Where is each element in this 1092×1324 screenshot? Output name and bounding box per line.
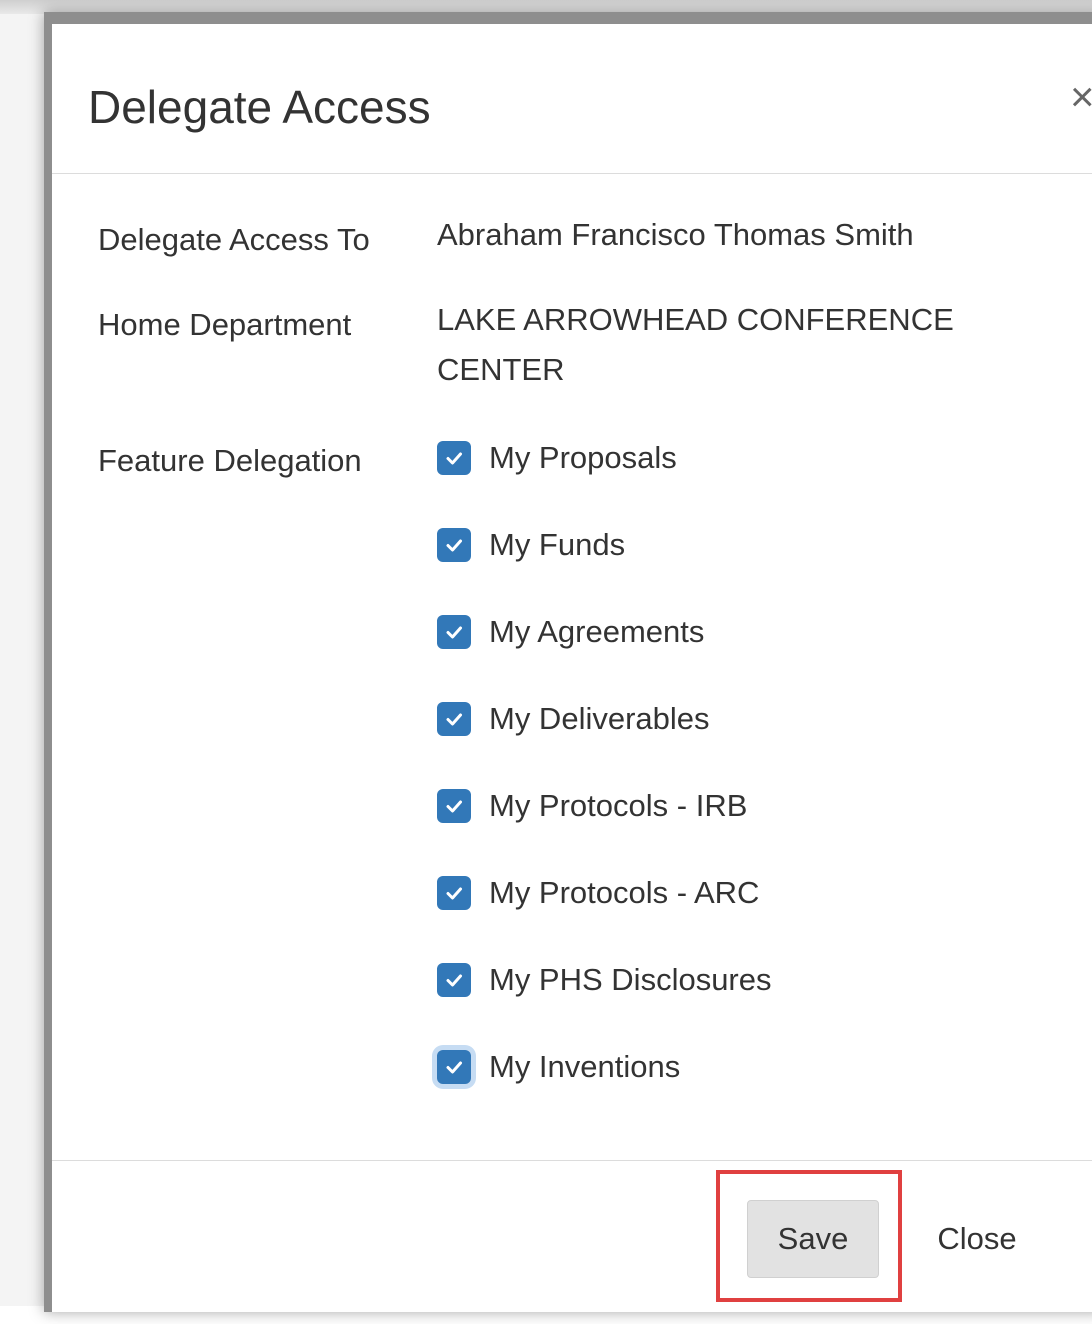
delegate-to-value: Abraham Francisco Thomas Smith (437, 217, 914, 252)
home-department-line2: CENTER (437, 352, 565, 387)
feature-checkbox-my-inventions[interactable]: My Inventions (437, 1047, 680, 1087)
feature-label: My Proposals (489, 440, 677, 475)
feature-delegation-label: Feature Delegation (98, 443, 362, 478)
feature-label: My Protocols - IRB (489, 788, 748, 823)
home-department-line1: LAKE ARROWHEAD CONFERENCE (437, 302, 954, 337)
checkbox-checked-icon[interactable] (437, 1050, 471, 1084)
feature-label: My Deliverables (489, 701, 710, 736)
feature-checkbox-my-protocols-irb[interactable]: My Protocols - IRB (437, 786, 747, 826)
feature-checkbox-my-protocols-arc[interactable]: My Protocols - ARC (437, 873, 759, 913)
feature-checkbox-my-agreements[interactable]: My Agreements (437, 612, 704, 652)
background-page (0, 0, 48, 1306)
dialog-title: Delegate Access (88, 81, 431, 133)
feature-checkbox-my-phs-disclosures[interactable]: My PHS Disclosures (437, 960, 772, 1000)
feature-label: My Agreements (489, 614, 705, 649)
delegate-access-dialog: Delegate Access × Delegate Access To Abr… (44, 12, 1092, 1312)
feature-label: My Inventions (489, 1049, 681, 1084)
delegate-to-label: Delegate Access To (98, 222, 370, 257)
dialog-header: Delegate Access × (52, 24, 1092, 174)
checkbox-checked-icon[interactable] (437, 963, 471, 997)
close-button[interactable]: Close (912, 1200, 1042, 1278)
feature-label: My Funds (489, 527, 626, 562)
feature-label: My PHS Disclosures (489, 962, 772, 997)
checkbox-checked-icon[interactable] (437, 615, 471, 649)
checkbox-checked-icon[interactable] (437, 876, 471, 910)
close-icon[interactable]: × (1070, 76, 1092, 118)
checkbox-checked-icon[interactable] (437, 789, 471, 823)
feature-checkbox-my-proposals[interactable]: My Proposals (437, 438, 677, 478)
checkbox-checked-icon[interactable] (437, 702, 471, 736)
feature-checkbox-my-funds[interactable]: My Funds (437, 525, 625, 565)
feature-label: My Protocols - ARC (489, 875, 760, 910)
checkbox-checked-icon[interactable] (437, 528, 471, 562)
checkbox-checked-icon[interactable] (437, 441, 471, 475)
home-department-label: Home Department (98, 307, 352, 342)
feature-checkbox-my-deliverables[interactable]: My Deliverables (437, 699, 710, 739)
home-department-value: LAKE ARROWHEAD CONFERENCE CENTER (437, 295, 954, 395)
save-button[interactable]: Save (747, 1200, 879, 1278)
